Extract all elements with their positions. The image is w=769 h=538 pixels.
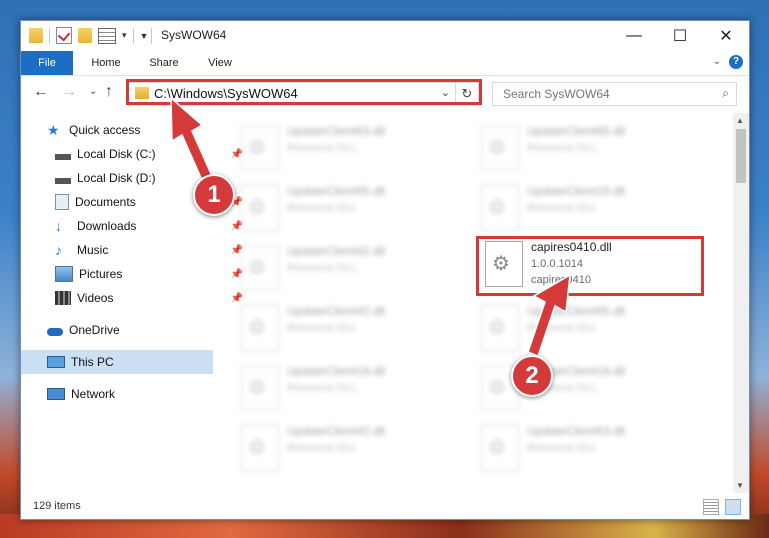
- step-2-badge: 2: [511, 355, 553, 397]
- step2-arrow: [527, 273, 571, 357]
- step-1-badge: 1: [193, 174, 235, 216]
- step1-arrow: [170, 96, 214, 181]
- annotation-arrows: [170, 96, 571, 357]
